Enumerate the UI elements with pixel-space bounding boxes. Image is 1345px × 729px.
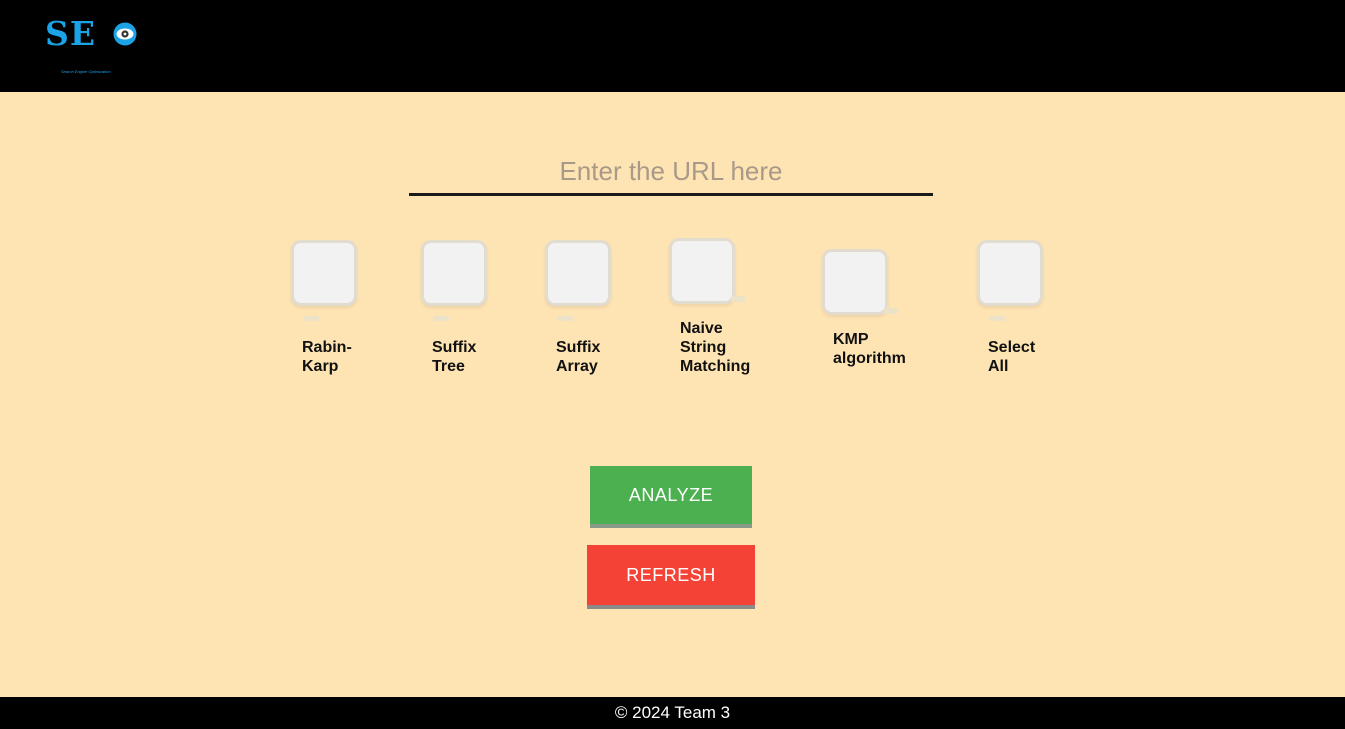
label-naive-string-matching[interactable]: Naive String Matching [680,319,750,376]
label-suffix-array[interactable]: Suffix Array [556,338,600,376]
checkbox-box[interactable] [545,240,611,306]
checkbox-suffix-tree[interactable] [421,240,487,306]
analyze-button[interactable]: ANALYZE [590,466,752,528]
checkbox-shadow-tab [557,316,573,321]
label-line: Suffix [432,339,477,356]
label-line: Suffix [556,339,601,356]
eye-icon [113,22,137,46]
checkbox-shadow-tab [731,296,745,302]
checkbox-shadow-tab [989,316,1005,321]
label-line: algorithm [833,350,906,367]
label-select-all[interactable]: Select All [988,338,1035,376]
label-rabin-karp[interactable]: Rabin- Karp [302,338,352,376]
label-line: Array [556,358,598,375]
checkbox-suffix-array[interactable] [545,240,611,306]
url-field-wrapper [409,150,933,196]
label-line: Matching [680,358,751,375]
checkbox-shadow-tab [303,316,319,321]
label-kmp-algorithm[interactable]: KMP algorithm [833,330,906,368]
checkbox-box[interactable] [977,240,1043,306]
seo-logo[interactable]: SE Search Engine Optimization [45,15,145,77]
label-line: String [680,339,727,356]
label-suffix-tree[interactable]: Suffix Tree [432,338,476,376]
checkbox-box[interactable] [669,238,735,304]
copyright-text: © 2024 Team 3 [614,703,731,722]
url-input[interactable] [409,150,933,196]
label-line: Karp [302,358,339,375]
refresh-button[interactable]: REFRESH [587,545,755,609]
logo-text: SE [45,14,96,53]
checkbox-box[interactable] [291,240,357,306]
checkbox-naive-string-matching[interactable] [669,238,735,304]
label-line: Rabin- [302,339,352,356]
label-line: Select [988,339,1036,356]
header-bar: SE Search Engine Optimization [0,0,1345,92]
checkbox-box[interactable] [822,249,888,315]
label-line: All [988,358,1009,375]
checkbox-kmp-algorithm[interactable] [822,249,888,315]
checkbox-box[interactable] [421,240,487,306]
checkbox-select-all[interactable] [977,240,1043,306]
checkbox-shadow-tab [884,308,898,314]
logo-tagline: Search Engine Optimization [61,69,111,74]
label-line: KMP [833,331,869,348]
footer-bar: © 2024 Team 3 [0,697,1345,729]
label-line: Tree [432,358,465,375]
checkbox-shadow-tab [433,316,449,321]
checkbox-rabin-karp[interactable] [291,240,357,306]
label-line: Naive [680,320,723,337]
